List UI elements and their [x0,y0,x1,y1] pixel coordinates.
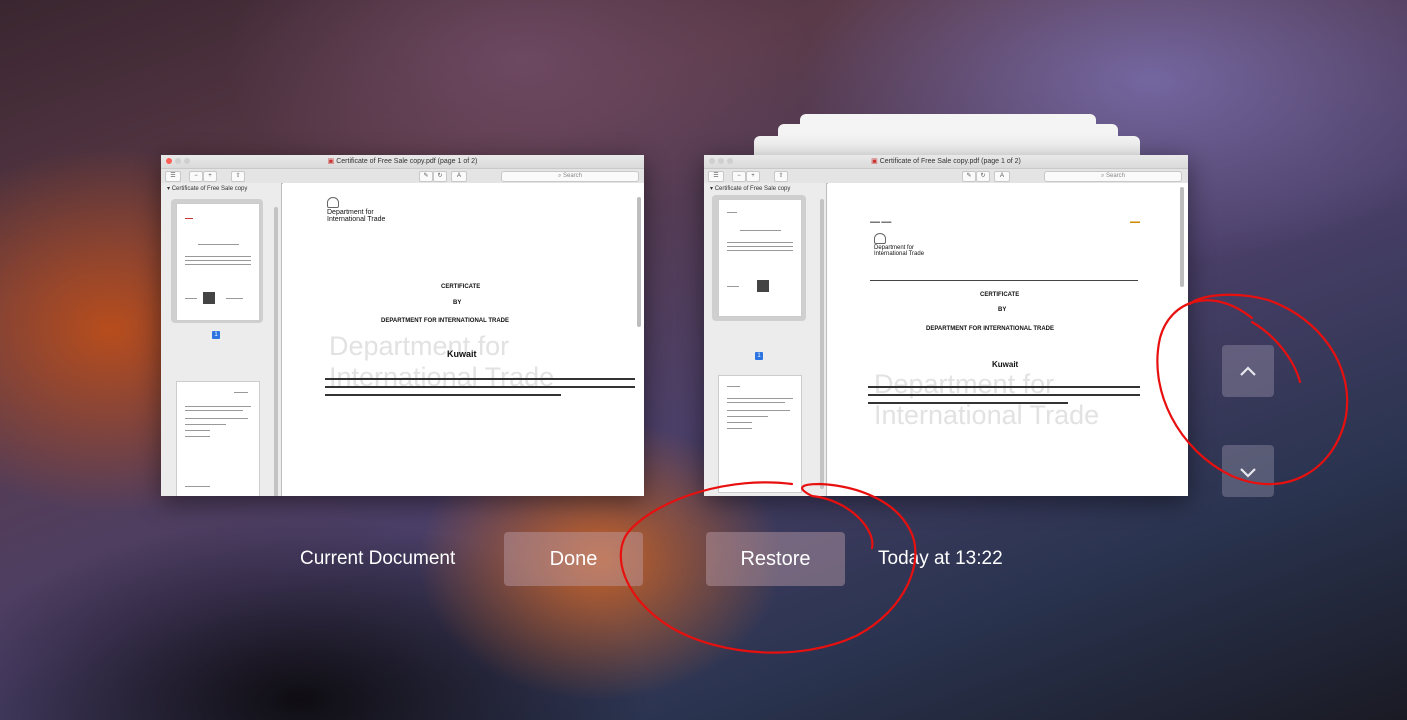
annotation-overlay [619,293,1349,654]
navigation-annotation-circle [1156,293,1349,486]
restore-annotation-circle [619,481,917,654]
